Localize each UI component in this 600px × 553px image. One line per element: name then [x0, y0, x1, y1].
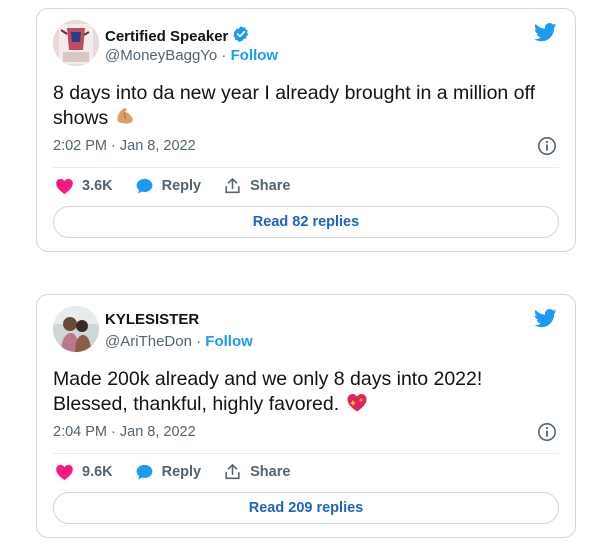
heart-icon [55, 177, 74, 195]
separator: · [217, 47, 231, 64]
avatar[interactable] [53, 306, 99, 352]
like-count: 3.6K [82, 178, 113, 194]
follow-link[interactable]: Follow [231, 47, 279, 64]
info-icon[interactable] [537, 136, 557, 156]
tweet-card[interactable]: KYLESISTER @AriTheDon · Follow Made 200k… [36, 294, 576, 538]
reply-bubble-icon [135, 463, 154, 481]
reply-bubble-icon [135, 177, 154, 195]
share-button[interactable]: Share [223, 463, 290, 481]
reply-label: Reply [161, 464, 202, 480]
tweet-actions: 3.6K Reply Share [55, 177, 312, 195]
verified-badge-icon [232, 25, 250, 47]
share-button[interactable]: Share [223, 177, 290, 195]
like-button[interactable]: 3.6K [55, 177, 113, 195]
tweet-text: 8 days into da new year I already brough… [53, 81, 555, 133]
read-replies-button[interactable]: Read 209 replies [53, 492, 559, 524]
display-name[interactable]: KYLESISTER [105, 311, 199, 328]
share-icon [223, 463, 242, 481]
share-label: Share [250, 464, 291, 480]
reply-button[interactable]: Reply [135, 177, 202, 195]
flexed-biceps-emoji-icon [114, 105, 136, 133]
like-count: 9.6K [82, 464, 113, 480]
divider [53, 167, 559, 168]
tweet-card[interactable]: Certified Speaker @MoneyBaggYo · Follow … [36, 8, 576, 252]
share-icon [223, 177, 242, 195]
follow-link[interactable]: Follow [205, 333, 253, 350]
reply-button[interactable]: Reply [135, 463, 202, 481]
tweet-timestamp[interactable]: 2:04 PM · Jan 8, 2022 [53, 424, 196, 440]
twitter-bird-icon[interactable] [534, 23, 557, 42]
user-handle[interactable]: @MoneyBaggYo [105, 47, 217, 64]
reply-label: Reply [161, 178, 202, 194]
like-button[interactable]: 9.6K [55, 463, 113, 481]
sparkling-heart-emoji-icon [345, 391, 369, 419]
user-handle[interactable]: @AriTheDon [105, 333, 192, 350]
divider [53, 453, 559, 454]
info-icon[interactable] [537, 422, 557, 442]
read-replies-button[interactable]: Read 82 replies [53, 206, 559, 238]
tweet-text: Made 200k already and we only 8 days int… [53, 367, 555, 419]
separator: · [191, 333, 206, 350]
share-label: Share [250, 178, 291, 194]
display-name[interactable]: Certified Speaker [105, 28, 228, 45]
twitter-bird-icon[interactable] [534, 309, 557, 328]
tweet-timestamp[interactable]: 2:02 PM · Jan 8, 2022 [53, 138, 196, 154]
tweet-actions: 9.6K Reply Share [55, 463, 312, 481]
heart-icon [55, 463, 74, 481]
avatar[interactable] [53, 20, 99, 66]
tweet-body: Made 200k already and we only 8 days int… [53, 368, 483, 416]
